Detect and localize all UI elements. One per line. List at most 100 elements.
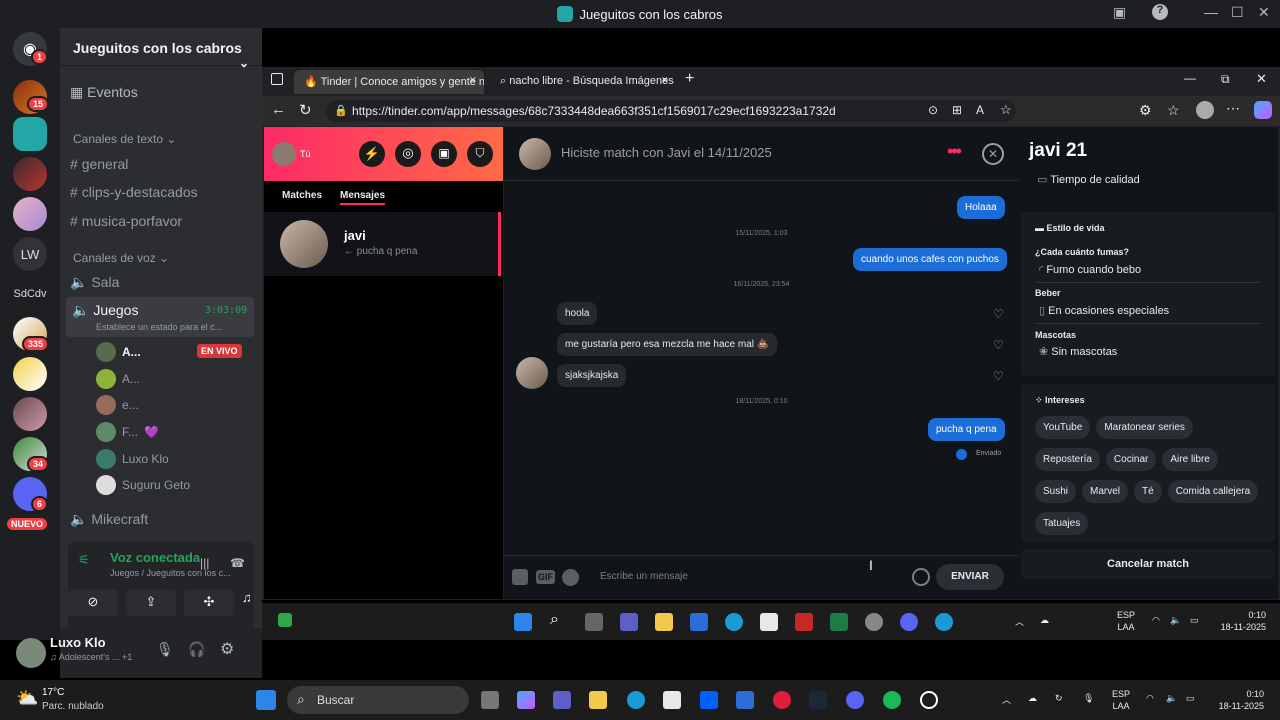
star-icon[interactable]: ☆ (1000, 102, 1012, 118)
tab-close-icon[interactable]: ✕ (661, 75, 669, 86)
cloud-icon[interactable]: ☁ (1028, 693, 1037, 704)
server-icon-2[interactable] (13, 157, 47, 191)
tab-tinder[interactable]: 🔥 Tinder | Conoce amigos y gente n (294, 70, 484, 94)
voice-connected-sub[interactable]: Juegos / Jueguitos con los c... (110, 568, 231, 578)
start-icon[interactable] (514, 613, 532, 631)
opera-icon[interactable] (773, 691, 791, 709)
discord-icon[interactable] (900, 613, 918, 631)
task-view-icon[interactable] (481, 691, 499, 709)
server-icon-6[interactable] (13, 397, 47, 431)
explore-icon[interactable]: ◎ (395, 141, 421, 167)
voice-user-5[interactable]: Luxo Klo (96, 449, 169, 469)
chevron-up-icon[interactable]: ︿ (1015, 615, 1024, 628)
edge-icon[interactable] (935, 613, 953, 631)
activities-button[interactable]: ✣ (184, 590, 234, 616)
voice-channel-mikecraft[interactable]: 🔈 Mikecraft (70, 511, 148, 528)
clock[interactable]: 0:10 18-11-2025 (1214, 609, 1266, 633)
noise-suppression-icon[interactable]: ||| (200, 556, 209, 570)
search-box[interactable]: ⌕ Buscar (287, 686, 469, 714)
weather-widget[interactable]: 17°C Parc. nublado (42, 686, 104, 714)
screen-share-button[interactable]: ⇪ (126, 590, 176, 616)
settings-icon[interactable] (865, 613, 883, 631)
camera-off-button[interactable]: ⊘ (68, 590, 118, 616)
avatar[interactable] (16, 638, 46, 668)
channel-general[interactable]: # general (70, 156, 128, 172)
read-aloud-icon[interactable]: A (976, 103, 984, 117)
voice-user-2[interactable]: A... (96, 369, 140, 389)
app-icon[interactable] (690, 613, 708, 631)
tab-close-icon[interactable]: ✕ (469, 75, 477, 86)
spotify-icon[interactable] (562, 569, 579, 586)
location-icon[interactable]: ⊙ (928, 103, 938, 117)
mic-icon[interactable]: 🎙 (156, 641, 174, 658)
match-avatar[interactable] (516, 357, 548, 389)
conversation-item[interactable]: javi ← pucha q pena (264, 212, 501, 276)
settings-gear-icon[interactable]: ⚙ (220, 639, 234, 659)
battery-icon[interactable]: ▭ (1190, 615, 1199, 626)
more-options-icon[interactable]: ••• (947, 141, 962, 162)
file-explorer-icon[interactable] (589, 691, 607, 709)
tab-nacho[interactable]: ⌕ nacho libre - Búsqueda Imágenes (490, 70, 680, 94)
sticker-icon[interactable] (512, 569, 528, 585)
weather-icon[interactable]: ⛅ (16, 688, 38, 709)
soundboard-button[interactable]: ♫ (242, 590, 254, 616)
battery-icon[interactable]: ▭ (1186, 693, 1195, 704)
close-chat-icon[interactable]: ✕ (982, 143, 1004, 165)
tab-matches[interactable]: Matches (282, 190, 322, 201)
store-icon[interactable] (663, 691, 681, 709)
copilot-icon[interactable] (1254, 101, 1272, 119)
task-view-icon[interactable] (585, 613, 603, 631)
channel-musica[interactable]: # musica-porfavor (70, 213, 182, 229)
copilot-icon[interactable] (517, 691, 535, 709)
message-input[interactable]: Escribe un mensaje (600, 571, 688, 582)
start-icon[interactable] (256, 690, 276, 710)
store-icon[interactable] (760, 613, 778, 631)
new-tab-icon[interactable]: + (685, 70, 694, 88)
extensions-icon[interactable]: ⚙ (1139, 102, 1152, 119)
tab-messages[interactable]: Mensajes (340, 190, 386, 205)
search-icon[interactable]: ⌕ (550, 611, 559, 629)
steam-icon[interactable] (809, 691, 827, 709)
voice-user-1[interactable]: A... (96, 342, 141, 362)
voice-user-3[interactable]: e... (96, 395, 139, 415)
server-icon-5[interactable] (13, 357, 47, 391)
briefcase-icon[interactable]: ▣ (431, 141, 457, 167)
server-header[interactable]: Jueguitos con los cabros ⌄ (60, 28, 262, 70)
server-icon-3[interactable] (13, 197, 47, 231)
volume-icon[interactable]: 🔈 (1170, 615, 1181, 626)
server-icon-sdcdv[interactable]: SdCdv (10, 277, 50, 311)
restore-icon[interactable]: ⧉ (1221, 72, 1230, 87)
channel-clips[interactable]: # clips-y-destacados (70, 184, 198, 200)
my-avatar[interactable] (272, 142, 296, 166)
wifi-icon[interactable]: ◠ (1146, 693, 1154, 704)
excel-icon[interactable] (830, 613, 848, 631)
clock[interactable]: 0:10 18-11-2025 (1210, 688, 1264, 712)
headphones-icon[interactable]: 🎧 (188, 641, 205, 658)
more-icon[interactable]: ⋯ (1226, 100, 1240, 117)
match-avatar[interactable] (519, 138, 551, 170)
help-icon[interactable]: ? (1152, 4, 1168, 20)
voice-user-6[interactable]: Suguru Geto (96, 475, 190, 495)
mcafee-icon[interactable] (795, 613, 813, 631)
chevron-up-icon[interactable]: ︿ (1002, 693, 1011, 706)
favorites-icon[interactable]: ☆ (1167, 102, 1180, 119)
minimize-icon[interactable]: — (1184, 71, 1196, 85)
disconnect-icon[interactable]: ☎ (230, 556, 245, 570)
maximize-icon[interactable]: ☐ (1231, 4, 1244, 21)
cancel-match-button[interactable]: Cancelar match (1021, 549, 1275, 579)
teams-icon[interactable] (620, 613, 638, 631)
teams-icon[interactable] (553, 691, 571, 709)
close-icon[interactable]: ✕ (1256, 71, 1267, 87)
gif-button[interactable]: GIF (536, 570, 555, 584)
minimize-icon[interactable]: — (1204, 4, 1218, 20)
language-indicator[interactable]: ESP LAA (1117, 609, 1135, 633)
cloud-icon[interactable]: ☁ (1040, 615, 1049, 626)
app-icon[interactable] (278, 613, 292, 627)
wifi-icon[interactable]: ◠ (1152, 615, 1160, 626)
events-link[interactable]: ▦ Eventos (70, 84, 138, 101)
app-icon[interactable] (736, 691, 754, 709)
file-explorer-icon[interactable] (655, 613, 673, 631)
apps-icon[interactable]: ⊞ (952, 103, 962, 117)
server-icon-lw[interactable]: LW (13, 237, 47, 271)
like-heart-icon[interactable]: ♡ (993, 338, 1004, 352)
